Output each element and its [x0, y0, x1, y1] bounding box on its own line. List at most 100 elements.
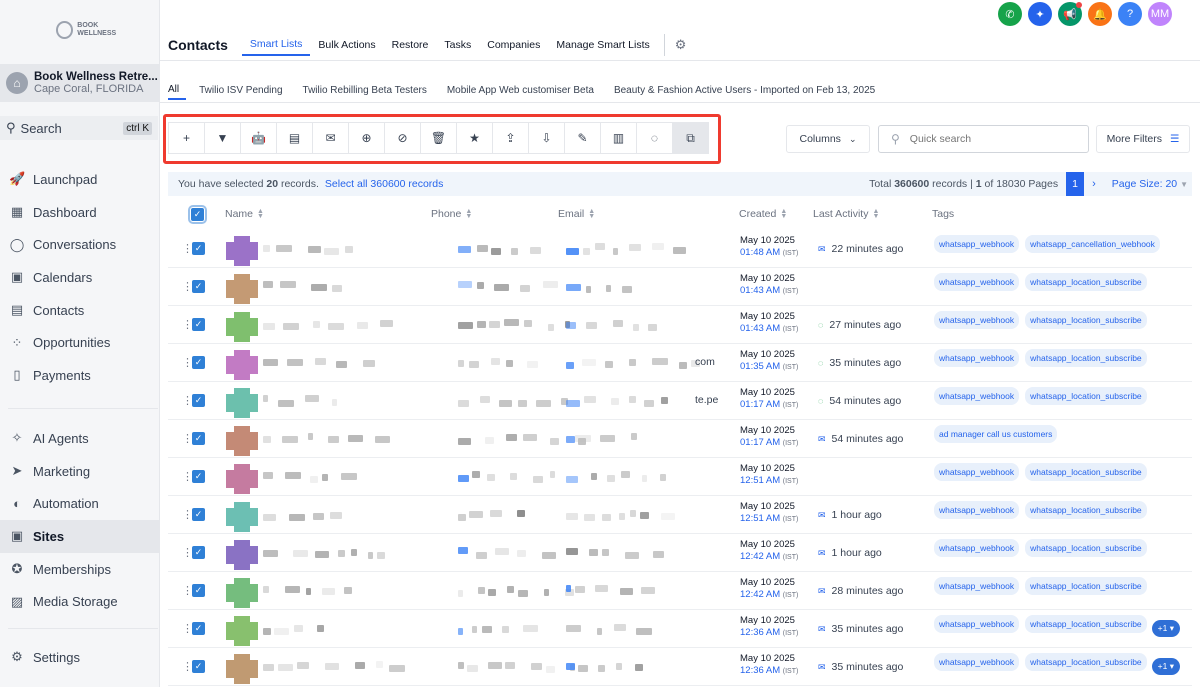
quick-search[interactable]: ⚲ — [878, 125, 1089, 153]
gear-icon[interactable]: ⚙ — [669, 37, 687, 53]
table-row[interactable]: ⋮ ✓ May 10 2025 01:48 AM (IST) ✉ 22 minutes a… — [168, 230, 1192, 268]
table-row[interactable]: ⋮ ✓ May 10 2025 01:43 AM (IST) ◌ 27 minutes a… — [168, 306, 1192, 344]
review-icon[interactable]: ✎ — [564, 122, 601, 154]
tag-badge[interactable]: whatsapp_webhook — [934, 463, 1020, 481]
table-row[interactable]: ⋮ ✓ May 10 2025 01:43 AM (IST) whatsapp_webh… — [168, 268, 1192, 306]
sidebar-item-memberships[interactable]: ✪ Memberships — [0, 553, 160, 586]
table-row[interactable]: ⋮ ✓ May 10 2025 12:36 AM (IST) ✉ 35 minutes a… — [168, 610, 1192, 648]
table-row[interactable]: ⋮ ✓ May 10 2025 12:51 AM (IST) whatsapp_webh… — [168, 458, 1192, 496]
quick-search-input[interactable] — [909, 133, 1070, 145]
avatar[interactable] — [226, 616, 258, 646]
user-avatar[interactable]: MM — [1148, 2, 1172, 26]
column-created[interactable]: Created ▲ ▼ — [739, 198, 787, 230]
more-tags-button[interactable]: +1 ▾ — [1151, 620, 1180, 637]
tag-badge[interactable]: whatsapp_location_subscribe — [1025, 463, 1147, 481]
row-checkbox[interactable]: ✓ — [192, 584, 205, 597]
table-row[interactable]: ⋮ ✓ com May 10 2025 01:35 AM (IST) ◌ 35 minute… — [168, 344, 1192, 382]
row-checkbox[interactable]: ✓ — [192, 242, 205, 255]
tab-smart-lists[interactable]: Smart Lists — [241, 34, 311, 56]
import-icon[interactable]: ⇩ — [528, 122, 565, 154]
sidebar-item-media-storage[interactable]: ▨ Media Storage — [0, 585, 160, 618]
column-phone[interactable]: Phone ▲ ▼ — [431, 198, 472, 230]
select-all-checkbox[interactable]: ✓ — [188, 204, 207, 224]
tag-badge[interactable]: whatsapp_location_subscribe — [1025, 653, 1147, 671]
row-checkbox[interactable]: ✓ — [192, 318, 205, 331]
sidebar-item-calendars[interactable]: ▣ Calendars — [0, 261, 160, 294]
tag-badge[interactable]: whatsapp_location_subscribe — [1025, 501, 1147, 519]
tag-badge[interactable]: whatsapp_location_subscribe — [1025, 577, 1147, 595]
tab-tasks[interactable]: Tasks — [436, 34, 479, 56]
whatsapp-icon[interactable]: ◌ — [636, 122, 673, 154]
subtab-all[interactable]: All — [168, 80, 187, 100]
avatar[interactable] — [226, 654, 258, 684]
table-row[interactable]: ⋮ ✓ May 10 2025 12:36 AM (IST) ✉ 35 minutes a… — [168, 648, 1192, 686]
sidebar-item-automation[interactable]: ◐ Automation — [0, 487, 160, 520]
column-email[interactable]: Email ▲ ▼ — [558, 198, 595, 230]
avatar[interactable] — [226, 578, 258, 608]
table-row[interactable]: ⋮ ✓ te.pe May 10 2025 01:17 AM (IST) ◌ 54 minu… — [168, 382, 1192, 420]
row-checkbox[interactable]: ✓ — [192, 622, 205, 635]
logo[interactable]: BOOK WELLNESS — [56, 18, 136, 42]
sidebar-item-opportunities[interactable]: ⁘ Opportunities — [0, 326, 160, 359]
chevron-right-icon[interactable]: › — [1092, 178, 1096, 190]
add-icon[interactable]: + — [168, 122, 205, 154]
avatar[interactable] — [226, 464, 258, 494]
subtab-mobile-app[interactable]: Mobile App Web customiser Beta — [447, 80, 601, 100]
sidebar-item-ai-agents[interactable]: ✧ AI Agents — [0, 422, 160, 455]
columns-button[interactable]: Columns ⌄ — [786, 125, 870, 153]
tag-badge[interactable]: whatsapp_cancellation_webhook — [1025, 235, 1160, 253]
subtab-twilio-isv[interactable]: Twilio ISV Pending — [199, 80, 289, 100]
sidebar-item-contacts[interactable]: ▤ Contacts — [0, 294, 160, 327]
row-checkbox[interactable]: ✓ — [192, 546, 205, 559]
page-size-select[interactable]: Page Size: 20 ▼ — [1112, 178, 1188, 190]
row-checkbox[interactable]: ✓ — [192, 280, 205, 293]
avatar[interactable] — [226, 236, 258, 266]
email-icon[interactable]: ✉ — [312, 122, 349, 154]
row-checkbox[interactable]: ✓ — [192, 356, 205, 369]
remove-tag-icon[interactable]: ⊘ — [384, 122, 421, 154]
sidebar-item-settings[interactable]: ⚙ Settings — [0, 641, 160, 674]
megaphone-icon[interactable]: 📢 — [1058, 2, 1082, 26]
sidebar-item-dashboard[interactable]: ▦ Dashboard — [0, 196, 160, 229]
row-checkbox[interactable]: ✓ — [192, 660, 205, 673]
sidebar-search[interactable]: ⚲ Search ctrl K — [0, 116, 158, 140]
sidebar-item-sites[interactable]: ▣ Sites — [0, 520, 160, 553]
export-icon[interactable]: ⇪ — [492, 122, 529, 154]
trash-icon[interactable]: 🗑 — [420, 122, 457, 154]
tag-badge[interactable]: whatsapp_webhook — [934, 615, 1020, 633]
sms-icon[interactable]: ▤ — [276, 122, 313, 154]
tag-badge[interactable]: whatsapp_location_subscribe — [1025, 539, 1147, 557]
table-row[interactable]: ⋮ ✓ May 10 2025 12:42 AM (IST) ✉ 1 hour ago wh… — [168, 534, 1192, 572]
tag-badge[interactable]: whatsapp_location_subscribe — [1025, 349, 1147, 367]
help-icon[interactable]: ? — [1118, 2, 1142, 26]
tag-badge[interactable]: whatsapp_location_subscribe — [1025, 387, 1147, 405]
location-switcher[interactable]: ⌂ Book Wellness Retre... Cape Coral, FLO… — [0, 64, 160, 102]
avatar[interactable] — [226, 350, 258, 380]
phone-icon[interactable]: ✆ — [998, 2, 1022, 26]
tag-badge[interactable]: whatsapp_webhook — [934, 387, 1020, 405]
tab-manage-smart-lists[interactable]: Manage Smart Lists — [548, 34, 657, 56]
magic-wand-icon[interactable]: ✦ — [1028, 2, 1052, 26]
add-tag-icon[interactable]: ⊕ — [348, 122, 385, 154]
filter-icon[interactable]: ▼ — [204, 122, 241, 154]
tab-companies[interactable]: Companies — [479, 34, 548, 56]
tag-badge[interactable]: whatsapp_webhook — [934, 349, 1020, 367]
tag-badge[interactable]: whatsapp_webhook — [934, 653, 1020, 671]
sidebar-item-marketing[interactable]: ➤ Marketing — [0, 455, 160, 488]
company-icon[interactable]: ▥ — [600, 122, 637, 154]
avatar[interactable] — [226, 312, 258, 342]
merge-icon[interactable]: ⧉ — [672, 122, 709, 154]
tag-badge[interactable]: whatsapp_webhook — [934, 273, 1020, 291]
avatar[interactable] — [226, 388, 258, 418]
row-checkbox[interactable]: ✓ — [192, 394, 205, 407]
sidebar-item-launchpad[interactable]: 🚀 Launchpad — [0, 163, 160, 196]
bell-icon[interactable]: 🔔 — [1088, 2, 1112, 26]
row-checkbox[interactable]: ✓ — [192, 508, 205, 521]
table-row[interactable]: ⋮ ✓ May 10 2025 12:51 AM (IST) ✉ 1 hour ago wh… — [168, 496, 1192, 534]
avatar[interactable] — [226, 502, 258, 532]
tag-badge[interactable]: whatsapp_webhook — [934, 501, 1020, 519]
tag-badge[interactable]: whatsapp_webhook — [934, 235, 1020, 253]
row-checkbox[interactable]: ✓ — [192, 470, 205, 483]
table-row[interactable]: ⋮ ✓ May 10 2025 01:17 AM (IST) ✉ 54 minutes a… — [168, 420, 1192, 458]
tag-badge[interactable]: whatsapp_location_subscribe — [1025, 273, 1147, 291]
